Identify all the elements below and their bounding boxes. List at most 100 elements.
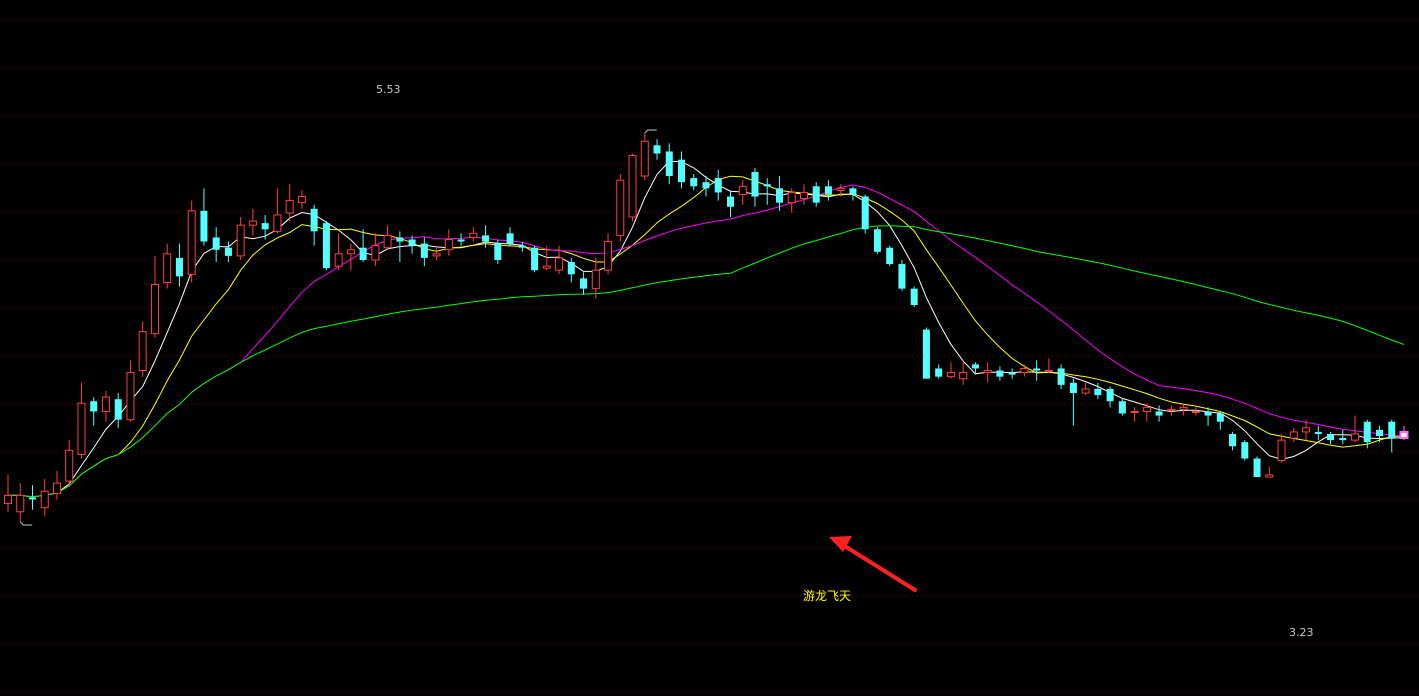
- candle-body: [1289, 431, 1298, 439]
- candle-body: [971, 364, 979, 369]
- candle-body: [101, 396, 110, 412]
- candle-body: [469, 232, 478, 238]
- candle-body: [1069, 382, 1077, 394]
- candle: [886, 245, 894, 267]
- candle-body: [396, 237, 404, 242]
- candle-body: [224, 247, 232, 256]
- candle-body: [52, 482, 61, 494]
- candle-body: [946, 372, 955, 378]
- candle-body: [1106, 388, 1114, 402]
- candlestick-chart: 5.53 3.23 游龙飞天: [0, 0, 1419, 696]
- candle-body: [1130, 410, 1139, 413]
- chart-background: [0, 0, 1419, 696]
- signal-label: 游龙飞天: [803, 589, 851, 603]
- candle-body: [322, 223, 330, 269]
- candle-body: [555, 257, 564, 271]
- candle-body: [506, 233, 514, 244]
- candle-body: [726, 196, 734, 207]
- candle-body: [1363, 421, 1371, 443]
- candle-body: [1399, 430, 1409, 440]
- candle-body: [616, 179, 625, 236]
- candle-body: [1253, 458, 1261, 477]
- candle-body: [775, 188, 783, 203]
- low-price-label: 3.23: [1289, 626, 1314, 639]
- candle-body: [1008, 372, 1016, 375]
- candle: [1241, 440, 1249, 461]
- candle: [1118, 399, 1126, 416]
- candle-body: [1388, 421, 1396, 439]
- candle-body: [212, 237, 220, 250]
- candle-body: [873, 229, 881, 252]
- candle-body: [518, 245, 526, 248]
- candle: [861, 194, 869, 234]
- candle-body: [812, 186, 820, 203]
- candle-body: [542, 265, 551, 269]
- candle-body: [1376, 429, 1384, 437]
- candle-body: [114, 399, 122, 420]
- candle: [531, 245, 539, 273]
- candle-body: [1277, 439, 1286, 462]
- candle-body: [604, 241, 613, 271]
- candle-body: [482, 235, 490, 242]
- candle-body: [1081, 388, 1090, 394]
- candle-body: [457, 239, 465, 242]
- candle-body: [1044, 370, 1053, 373]
- candle-body: [665, 151, 673, 177]
- candle-body: [1204, 411, 1212, 416]
- candle-body: [799, 191, 808, 200]
- candle-body: [432, 253, 441, 257]
- candle-body: [175, 257, 183, 277]
- candle-body: [420, 243, 428, 258]
- candle: [873, 227, 881, 254]
- candle-body: [200, 210, 208, 242]
- candle-body: [163, 253, 172, 283]
- candle: [910, 286, 918, 308]
- candle-body: [628, 155, 637, 218]
- candle-body: [4, 494, 12, 505]
- candle-body: [849, 188, 857, 195]
- candle-body: [1142, 406, 1151, 412]
- candle-body: [886, 247, 894, 265]
- candle-body: [359, 247, 367, 260]
- candle-body: [236, 224, 245, 257]
- candle-body: [1302, 427, 1311, 433]
- candle-body: [983, 370, 992, 374]
- candle-body: [248, 220, 257, 226]
- candle-body: [1351, 433, 1360, 441]
- candle-body: [714, 178, 722, 193]
- candle-body: [531, 247, 539, 271]
- candle-body: [678, 159, 686, 183]
- candle-body: [1155, 411, 1163, 416]
- candle-body: [346, 249, 355, 255]
- candle: [1253, 456, 1261, 477]
- candle-body: [1265, 474, 1274, 478]
- candle-body: [90, 401, 98, 412]
- candle-body: [690, 178, 698, 187]
- candle-body: [1241, 442, 1249, 459]
- candle-body: [187, 210, 196, 275]
- candle-body: [444, 239, 453, 251]
- high-price-label: 5.53: [376, 83, 401, 96]
- candle-body: [408, 239, 416, 246]
- candle: [616, 174, 625, 242]
- candle-body: [310, 208, 318, 232]
- candle-body: [261, 223, 269, 230]
- candle: [187, 200, 196, 283]
- candle-body: [65, 449, 74, 482]
- candle-body: [1314, 431, 1322, 434]
- candle-body: [1118, 401, 1126, 414]
- candle-body: [861, 196, 869, 230]
- candle-body: [40, 490, 49, 509]
- candle-body: [567, 262, 575, 275]
- candle-body: [640, 140, 649, 177]
- candle-body: [297, 196, 306, 204]
- candle-body: [273, 214, 282, 232]
- candle-body: [16, 494, 25, 513]
- candle-body: [494, 243, 502, 260]
- candle-body: [959, 372, 968, 380]
- candle-body: [898, 264, 906, 289]
- candle-body: [787, 191, 796, 204]
- candle: [322, 221, 330, 271]
- candle-body: [1020, 367, 1029, 374]
- candle-body: [126, 372, 135, 421]
